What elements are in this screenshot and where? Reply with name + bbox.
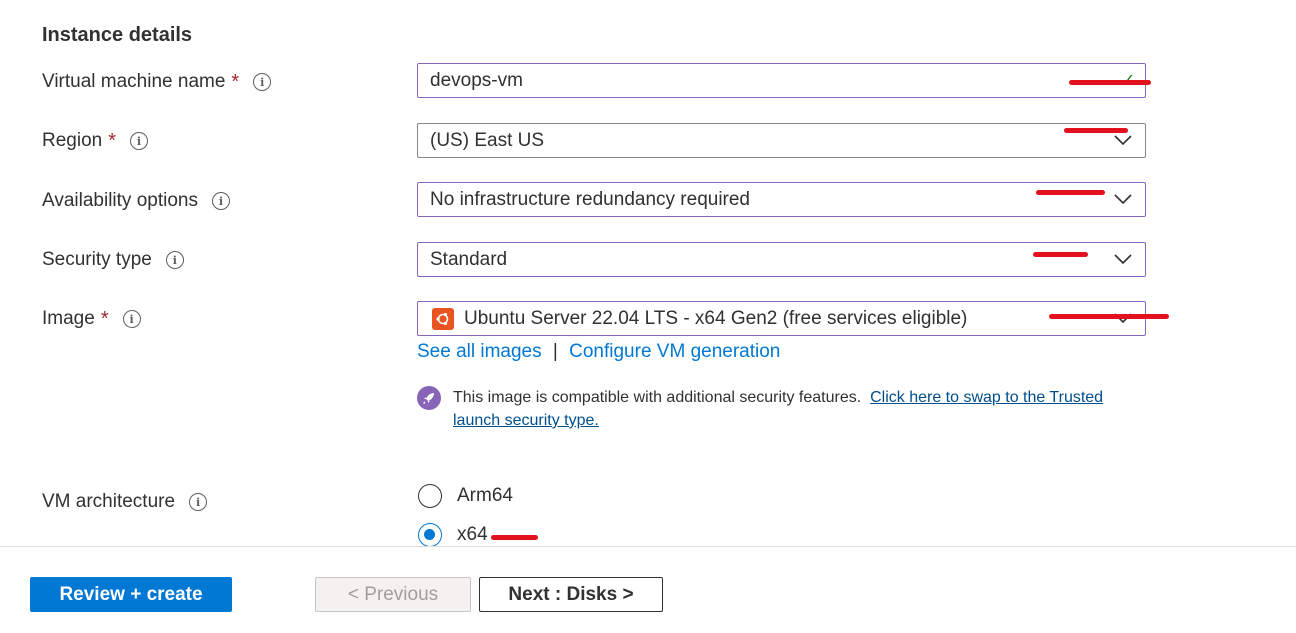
annotation-redline [491, 535, 538, 540]
rocket-icon [417, 386, 441, 410]
radio-option-arm64[interactable]: Arm64 [418, 484, 513, 508]
availability-label: Availability options i [42, 184, 230, 218]
vm-architecture-label-text: VM architecture [42, 491, 176, 512]
security-type-label-text: Security type [42, 249, 152, 270]
annotation-redline [1069, 80, 1151, 85]
info-icon[interactable]: i [211, 192, 230, 210]
previous-button[interactable]: < Previous [315, 577, 471, 612]
vm-name-label-text: Virtual machine name [42, 71, 226, 92]
ubuntu-logo-icon [432, 307, 454, 330]
info-icon[interactable]: i [165, 251, 184, 269]
vm-architecture-label: VM architecture i [42, 485, 208, 519]
radio-label: Arm64 [457, 485, 513, 506]
security-type-value: Standard [430, 248, 508, 270]
review-create-button[interactable]: Review + create [30, 577, 232, 612]
image-select[interactable]: Ubuntu Server 22.04 LTS - x64 Gen2 (free… [417, 301, 1146, 336]
info-icon[interactable]: i [189, 493, 208, 511]
annotation-redline [1064, 128, 1128, 133]
footer-divider [0, 546, 1296, 547]
region-select[interactable]: (US) East US [417, 123, 1146, 158]
region-label-text: Region [42, 130, 103, 151]
radio-option-x64[interactable]: x64 [418, 523, 488, 547]
image-label: Image * i [42, 302, 141, 336]
required-marker: * [231, 70, 240, 93]
vm-name-label: Virtual machine name * i [42, 65, 272, 99]
info-icon[interactable]: i [130, 132, 149, 150]
image-value: Ubuntu Server 22.04 LTS - x64 Gen2 (free… [464, 307, 968, 329]
radio-button[interactable] [418, 484, 442, 508]
image-links: See all images | Configure VM generation [417, 341, 780, 363]
info-icon[interactable]: i [122, 310, 141, 328]
security-type-select[interactable]: Standard [417, 242, 1146, 277]
see-all-images-link[interactable]: See all images [417, 341, 542, 362]
info-icon[interactable]: i [253, 73, 272, 91]
annotation-redline [1049, 314, 1169, 319]
required-marker: * [100, 307, 109, 330]
required-marker: * [108, 129, 117, 152]
image-label-text: Image [42, 308, 95, 329]
availability-select[interactable]: No infrastructure redundancy required [417, 182, 1146, 217]
chevron-down-icon [1114, 135, 1132, 146]
next-disks-button[interactable]: Next : Disks > [479, 577, 663, 612]
link-separator: | [552, 341, 558, 362]
annotation-redline [1033, 252, 1088, 257]
availability-value: No infrastructure redundancy required [430, 188, 751, 210]
radio-button-selected[interactable] [418, 523, 442, 547]
security-note: This image is compatible with additional… [417, 386, 1153, 432]
vm-name-value: devops-vm [430, 69, 523, 91]
chevron-down-icon [1114, 254, 1132, 265]
radio-label: x64 [457, 524, 488, 545]
note-text: This image is compatible with additional… [453, 389, 862, 406]
chevron-down-icon [1114, 194, 1132, 205]
availability-label-text: Availability options [42, 190, 198, 211]
security-type-label: Security type i [42, 243, 184, 277]
vm-name-input[interactable]: devops-vm ✓ [417, 63, 1146, 98]
region-label: Region * i [42, 124, 149, 158]
annotation-redline [1036, 190, 1105, 195]
configure-vm-generation-link[interactable]: Configure VM generation [569, 341, 780, 362]
region-value: (US) East US [430, 129, 545, 151]
section-title: Instance details [42, 24, 193, 46]
